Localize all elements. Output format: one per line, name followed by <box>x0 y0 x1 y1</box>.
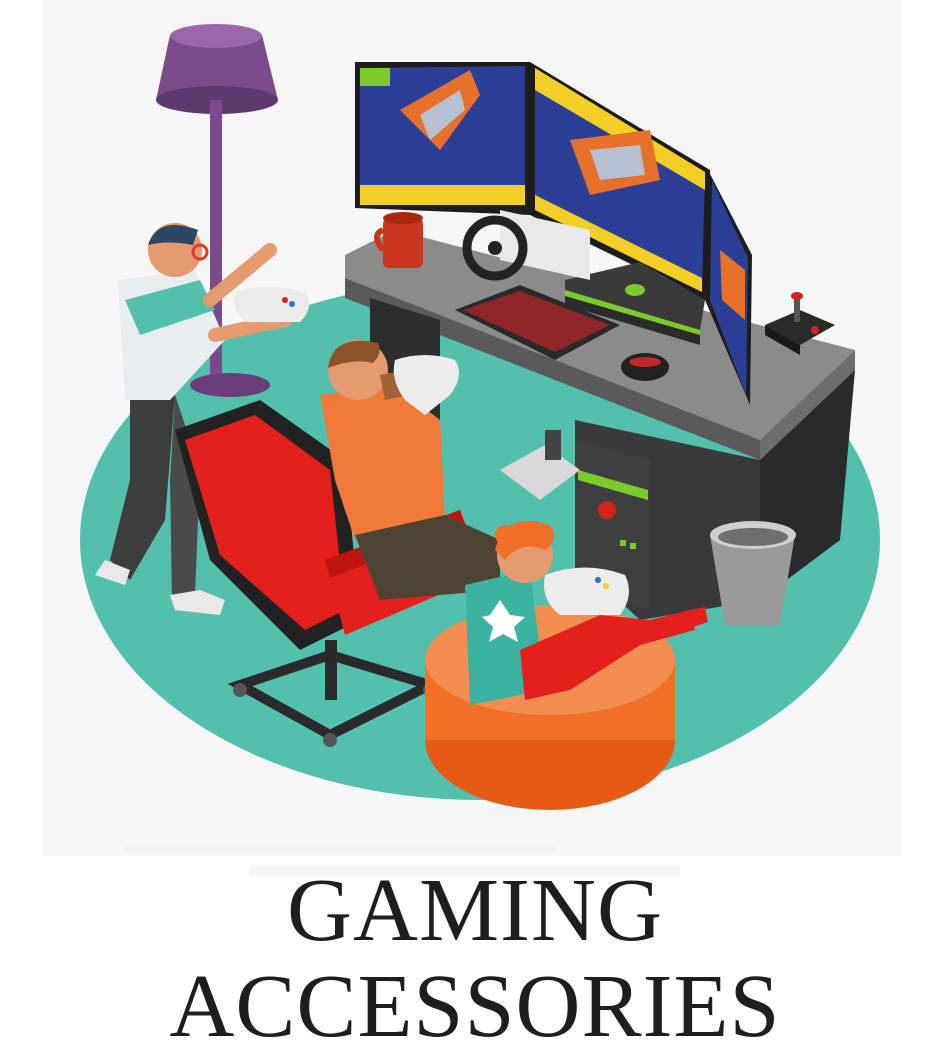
decorative-strip <box>125 846 555 852</box>
mug-icon <box>374 212 423 268</box>
title-line-2: ACCESSORIES <box>169 957 781 1056</box>
gaming-room-illustration <box>80 24 880 810</box>
monitor-left-icon <box>355 62 530 215</box>
title-line-1: GAMING <box>287 861 663 960</box>
